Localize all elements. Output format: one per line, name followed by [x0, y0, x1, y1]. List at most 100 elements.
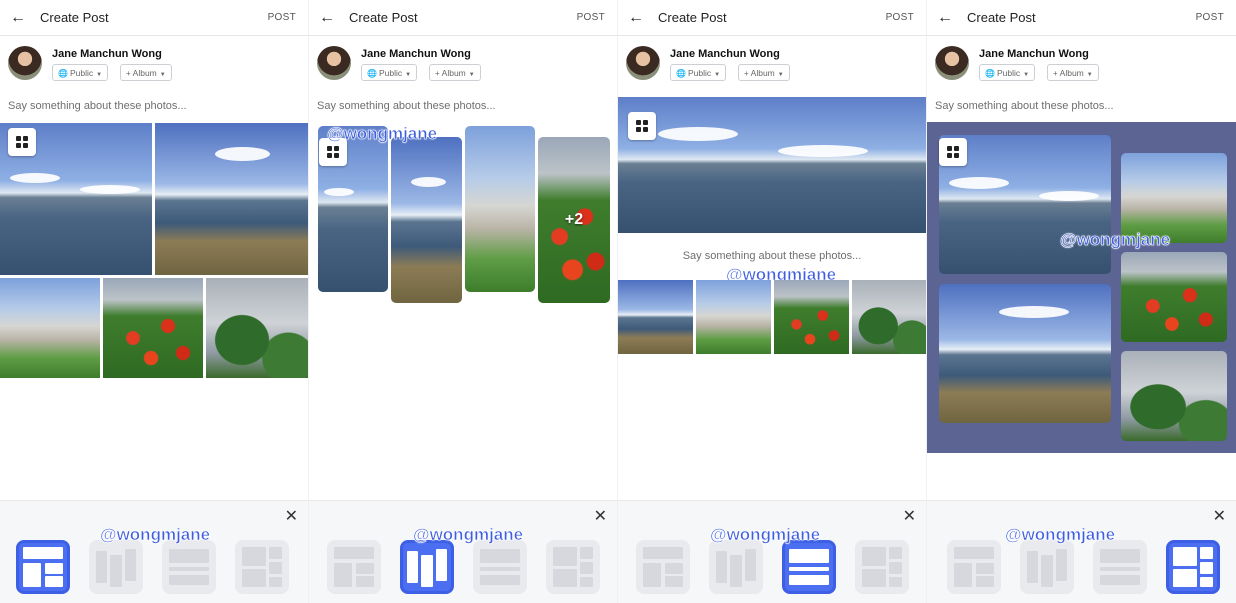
layout-option-mosaic[interactable]	[855, 540, 909, 594]
layout-option-mosaic[interactable]	[546, 540, 600, 594]
arrow-left-icon[interactable]: ←	[937, 9, 955, 27]
chevron-down-icon: ▼	[159, 72, 166, 78]
layout-option-columns[interactable]	[89, 540, 143, 594]
page-title: Create Post	[40, 10, 109, 25]
album-selector[interactable]: + Album ▼	[738, 64, 790, 81]
privacy-selector[interactable]: 🌐 Public ▼	[361, 64, 418, 81]
privacy-label: Public	[378, 68, 403, 78]
photo-arch[interactable]	[696, 280, 771, 354]
album-selector[interactable]: + Album ▼	[1047, 64, 1099, 81]
layout-option-mosaic[interactable]	[1166, 540, 1220, 594]
photo-banner-lake[interactable]	[618, 97, 926, 233]
close-icon[interactable]: ✕	[285, 509, 298, 525]
photo-flowers[interactable]	[103, 278, 203, 378]
post-button[interactable]: POST	[886, 12, 914, 23]
layout-picker: ✕	[927, 500, 1236, 603]
plus-icon: +	[1053, 69, 1058, 78]
chevron-down-icon: ▼	[468, 72, 475, 78]
caption-input[interactable]: Say something about these photos...	[317, 100, 496, 112]
arrow-left-icon[interactable]: ←	[628, 9, 646, 27]
close-icon[interactable]: ✕	[594, 509, 607, 525]
layout-option-grid[interactable]	[327, 540, 381, 594]
user-name: Jane Manchun Wong	[979, 48, 1089, 60]
page-title: Create Post	[658, 10, 727, 25]
photo-tree[interactable]	[206, 278, 308, 378]
caption-input[interactable]: Say something about these photos...	[935, 100, 1114, 112]
app-bar: ← Create Post POST	[0, 0, 308, 36]
post-button[interactable]: POST	[268, 12, 296, 23]
caption-input[interactable]: Say something about these photos...	[618, 250, 926, 262]
album-selector[interactable]: + Album ▼	[120, 64, 172, 81]
avatar[interactable]	[626, 46, 660, 80]
layout-option-banner[interactable]	[162, 540, 216, 594]
photo-flowers[interactable]	[1121, 252, 1227, 342]
photo-flowers[interactable]	[774, 280, 849, 354]
layout-option-grid[interactable]	[947, 540, 1001, 594]
layout-option-grid[interactable]	[16, 540, 70, 594]
overflow-count: +2	[564, 211, 584, 228]
globe-icon: 🌐	[676, 69, 686, 78]
post-button[interactable]: POST	[577, 12, 605, 23]
app-bar: ← Create Post POST	[309, 0, 617, 36]
watermark: @wongmjane	[413, 525, 524, 545]
album-label: Album	[750, 68, 775, 78]
album-label: Album	[1059, 68, 1084, 78]
photo-arch[interactable]	[0, 278, 100, 378]
privacy-selector[interactable]: 🌐 Public ▼	[979, 64, 1036, 81]
mosaic-container: @wongmjane	[927, 122, 1236, 453]
album-selector[interactable]: + Album ▼	[429, 64, 481, 81]
app-bar: ← Create Post POST	[927, 0, 1236, 36]
arrow-left-icon[interactable]: ←	[10, 9, 28, 27]
privacy-label: Public	[996, 68, 1021, 78]
avatar[interactable]	[935, 46, 969, 80]
create-post-screen-banner: ← Create Post POST Jane Manchun Wong 🌐 Pu…	[618, 0, 927, 603]
privacy-selector[interactable]: 🌐 Public ▼	[52, 64, 109, 81]
privacy-selector[interactable]: 🌐 Public ▼	[670, 64, 727, 81]
create-post-screen-grid: ← Create Post POST Jane Manchun Wong 🌐 Pu…	[0, 0, 309, 603]
watermark: @wongmjane	[1005, 525, 1116, 545]
user-name: Jane Manchun Wong	[361, 48, 471, 60]
avatar[interactable]	[317, 46, 351, 80]
layout-option-grid[interactable]	[636, 540, 690, 594]
globe-icon: 🌐	[58, 69, 68, 78]
post-button[interactable]: POST	[1196, 12, 1224, 23]
photo-arch[interactable]	[465, 126, 535, 292]
layout-option-columns[interactable]	[709, 540, 763, 594]
photo-lake-2[interactable]	[391, 137, 462, 303]
watermark: @wongmjane	[710, 525, 821, 545]
photo-lake-2[interactable]	[939, 284, 1111, 423]
close-icon[interactable]: ✕	[1213, 509, 1226, 525]
album-label: Album	[132, 68, 157, 78]
caption-input[interactable]: Say something about these photos...	[8, 100, 187, 112]
globe-icon: 🌐	[367, 69, 377, 78]
watermark: @wongmjane	[1060, 230, 1171, 250]
grid-icon[interactable]	[939, 138, 967, 166]
photo-lake-2[interactable]	[155, 123, 308, 275]
album-label: Album	[441, 68, 466, 78]
layout-option-banner[interactable]	[473, 540, 527, 594]
layout-picker: ✕	[309, 500, 617, 603]
avatar[interactable]	[8, 46, 42, 80]
page-title: Create Post	[967, 10, 1036, 25]
create-post-screen-columns: ← Create Post POST Jane Manchun Wong 🌐 Pu…	[309, 0, 618, 603]
layout-option-columns[interactable]	[400, 540, 454, 594]
globe-icon: 🌐	[985, 69, 995, 78]
photo-tree[interactable]	[1121, 351, 1227, 441]
photo-lake-2[interactable]	[618, 280, 693, 354]
grid-icon[interactable]	[8, 128, 36, 156]
plus-icon: +	[126, 69, 131, 78]
layout-option-mosaic[interactable]	[235, 540, 289, 594]
create-post-screen-mosaic: ← Create Post POST Jane Manchun Wong 🌐 Pu…	[927, 0, 1236, 603]
page-title: Create Post	[349, 10, 418, 25]
layout-option-banner[interactable]	[1093, 540, 1147, 594]
chevron-down-icon: ▼	[777, 72, 784, 78]
close-icon[interactable]: ✕	[903, 509, 916, 525]
grid-icon[interactable]	[628, 112, 656, 140]
app-bar: ← Create Post POST	[618, 0, 926, 36]
arrow-left-icon[interactable]: ←	[319, 9, 337, 27]
photo-flowers[interactable]: +2	[538, 137, 610, 303]
chevron-down-icon: ▼	[405, 72, 412, 78]
layout-option-columns[interactable]	[1020, 540, 1074, 594]
photo-tree[interactable]	[852, 280, 926, 354]
layout-option-banner[interactable]	[782, 540, 836, 594]
